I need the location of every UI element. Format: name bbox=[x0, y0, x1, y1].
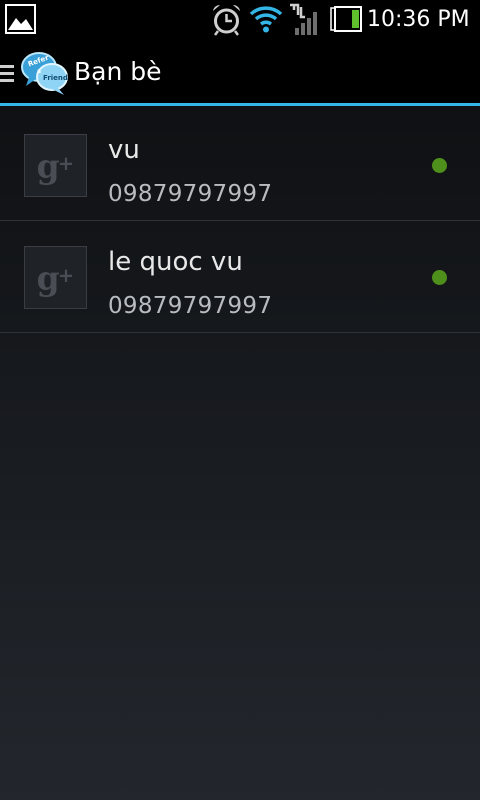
battery-icon bbox=[330, 6, 362, 32]
avatar: g + bbox=[24, 246, 87, 309]
gallery-icon bbox=[5, 4, 36, 34]
svg-text:+: + bbox=[58, 264, 74, 287]
friend-list: g + vu 09879797997 g + le quoc vu 098797… bbox=[0, 109, 480, 333]
svg-text:g: g bbox=[37, 147, 60, 186]
alarm-icon bbox=[213, 4, 240, 36]
wifi-icon bbox=[249, 6, 283, 33]
google-plus-icon: g + bbox=[37, 259, 75, 298]
google-plus-icon: g + bbox=[37, 147, 75, 186]
page-title: Bạn bè bbox=[74, 57, 162, 86]
status-clock: 10:36 PM bbox=[367, 7, 470, 32]
online-status-indicator bbox=[432, 270, 447, 285]
action-bar: Refer a Friend Bạn bè bbox=[0, 38, 480, 106]
logo-text-a: a bbox=[37, 68, 41, 75]
list-item[interactable]: g + le quoc vu 09879797997 bbox=[0, 221, 480, 333]
list-item[interactable]: g + vu 09879797997 bbox=[0, 109, 480, 221]
friend-name: vu bbox=[108, 135, 140, 165]
friend-phone: 09879797997 bbox=[108, 181, 273, 207]
status-bar: 10:36 PM bbox=[0, 0, 480, 38]
friend-name: le quoc vu bbox=[108, 247, 243, 277]
avatar: g + bbox=[24, 134, 87, 197]
svg-text:g: g bbox=[37, 259, 60, 298]
menu-icon[interactable] bbox=[0, 64, 16, 84]
online-status-indicator bbox=[432, 158, 447, 173]
friend-phone: 09879797997 bbox=[108, 293, 273, 319]
svg-text:+: + bbox=[58, 152, 74, 175]
signal-icon bbox=[290, 3, 317, 35]
app-logo-icon[interactable]: Refer a Friend bbox=[20, 50, 68, 96]
logo-text-friend: Friend bbox=[43, 74, 68, 82]
